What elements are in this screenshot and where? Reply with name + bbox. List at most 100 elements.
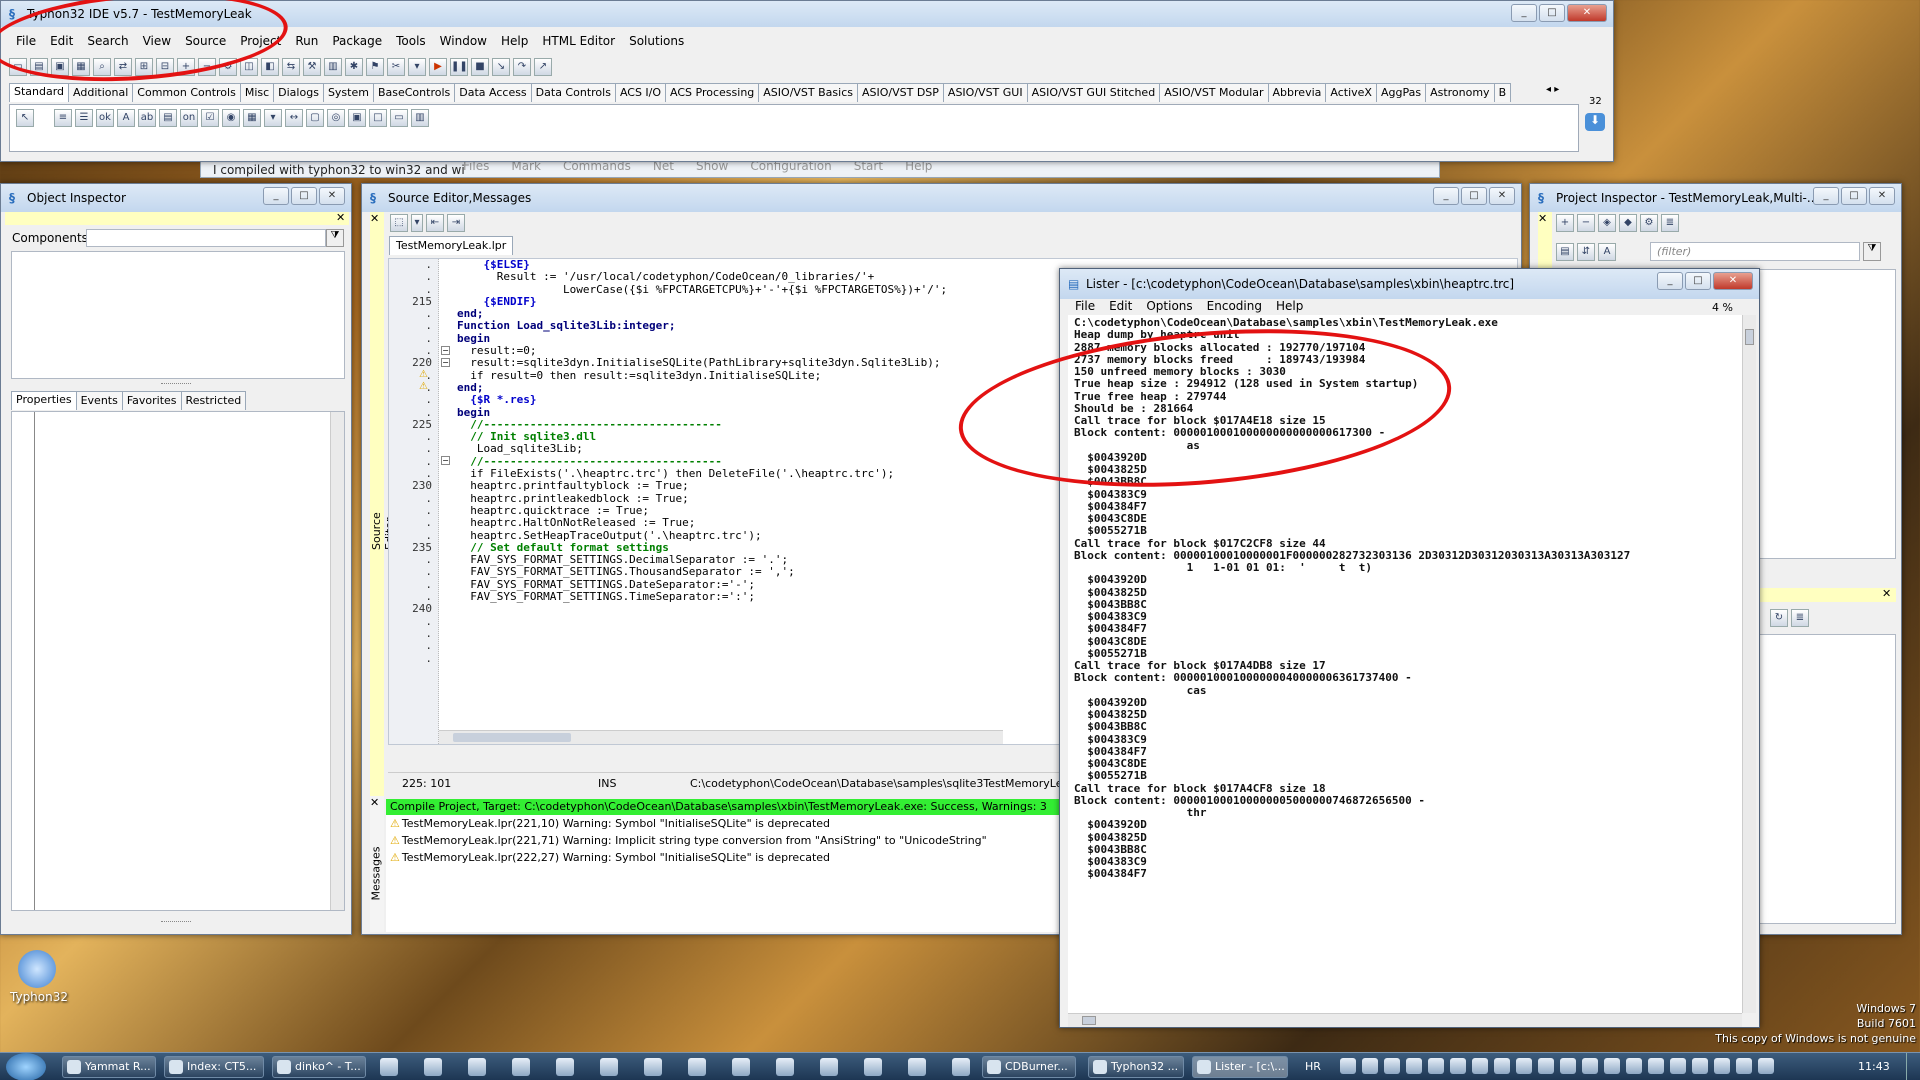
close-panel-icon[interactable]: ✕ <box>1538 212 1547 225</box>
filter-icon[interactable]: ⧩ <box>1863 242 1881 261</box>
language-indicator[interactable]: HR <box>1305 1060 1321 1073</box>
menu-item-window[interactable]: Window <box>433 34 494 48</box>
minimize-button[interactable]: _ <box>1511 4 1537 22</box>
tray-icon[interactable] <box>1340 1058 1356 1074</box>
filter-icon[interactable]: ⧩ <box>326 229 344 247</box>
view-forms-icon[interactable]: ◧ <box>261 58 279 76</box>
quicklaunch-icon[interactable] <box>556 1058 574 1076</box>
quicklaunch-icon[interactable] <box>864 1058 882 1076</box>
remove-icon[interactable]: − <box>1577 214 1595 232</box>
quicklaunch-icon[interactable] <box>908 1058 926 1076</box>
debug-icon[interactable]: ⚑ <box>366 58 384 76</box>
minimize-button[interactable]: _ <box>1657 272 1683 290</box>
install-icon[interactable]: ◆ <box>1619 214 1637 232</box>
tray-icon[interactable] <box>1538 1058 1554 1074</box>
tray-icon[interactable] <box>1516 1058 1532 1074</box>
palette-tab[interactable]: AggPas <box>1375 83 1427 102</box>
palette-tab[interactable]: ACS Processing <box>665 83 760 102</box>
maximize-button[interactable]: □ <box>291 187 317 205</box>
maximize-button[interactable]: □ <box>1539 4 1565 22</box>
palette-scroll-left[interactable]: ◂ ▸ <box>1546 84 1559 95</box>
combobox-component-icon[interactable]: ▾ <box>264 109 282 127</box>
edit-component-icon[interactable]: ab <box>138 109 156 127</box>
tray-icon[interactable] <box>1714 1058 1730 1074</box>
components-filter-input[interactable] <box>86 229 326 247</box>
forward-icon[interactable]: ⇥ <box>447 214 465 232</box>
checkbox-component-icon[interactable]: ☑ <box>201 109 219 127</box>
lister-menu-item[interactable]: Encoding <box>1200 299 1269 313</box>
popupmenu-component-icon[interactable]: ☰ <box>75 109 93 127</box>
task-button[interactable]: Typhon32 ... <box>1088 1056 1184 1078</box>
maximize-button[interactable]: □ <box>1685 272 1711 290</box>
task-button[interactable]: Index: CT5... <box>164 1056 264 1078</box>
project-filter-input[interactable]: (filter) <box>1650 242 1860 261</box>
palette-tab[interactable]: System <box>322 83 374 102</box>
close-button[interactable]: ✕ <box>1489 187 1515 205</box>
step-over-icon[interactable]: ↷ <box>513 58 531 76</box>
close-panel-icon[interactable]: ✕ <box>1882 587 1891 600</box>
label-component-icon[interactable]: A <box>117 109 135 127</box>
dropdown-icon[interactable]: ▾ <box>411 214 423 232</box>
palette-tab[interactable]: ActiveX <box>1325 83 1377 102</box>
back-icon[interactable]: ⇤ <box>426 214 444 232</box>
palette-tab[interactable]: ASIO/VST Basics <box>758 83 858 102</box>
quicklaunch-icon[interactable] <box>732 1058 750 1076</box>
maximize-button[interactable]: □ <box>1841 187 1867 205</box>
jump-icon[interactable]: ⬚ <box>390 214 408 232</box>
palette-tab[interactable]: ASIO/VST GUI <box>942 83 1028 102</box>
splitter[interactable] <box>161 383 191 385</box>
start-button[interactable] <box>6 1053 46 1080</box>
menu-item-help[interactable]: Help <box>494 34 535 48</box>
radiobutton-component-icon[interactable]: ◉ <box>222 109 240 127</box>
quicklaunch-icon[interactable] <box>468 1058 486 1076</box>
palette-tab[interactable]: BaseControls <box>372 83 456 102</box>
palette-tab[interactable]: ASIO/VST DSP <box>856 83 944 102</box>
options-icon[interactable]: ⚙ <box>1640 214 1658 232</box>
run-icon[interactable]: ▶ <box>429 58 447 76</box>
minimize-button[interactable]: _ <box>1813 187 1839 205</box>
tray-icon[interactable] <box>1450 1058 1466 1074</box>
palette-tab[interactable]: ASIO/VST GUI Stitched <box>1026 83 1161 102</box>
properties-scrollbar[interactable] <box>330 412 344 910</box>
close-button[interactable]: ✕ <box>1713 272 1753 290</box>
quicklaunch-icon[interactable] <box>820 1058 838 1076</box>
tray-icon[interactable] <box>1758 1058 1774 1074</box>
mainmenu-component-icon[interactable]: ≡ <box>54 109 72 127</box>
menu-item-run[interactable]: Run <box>288 34 325 48</box>
radiogroup-component-icon[interactable]: ◎ <box>327 109 345 127</box>
sort-alpha-icon[interactable]: A <box>1598 243 1616 261</box>
clock[interactable]: 11:43 <box>1858 1060 1890 1073</box>
tray-icon[interactable] <box>1494 1058 1510 1074</box>
tray-icon[interactable] <box>1582 1058 1598 1074</box>
lister-menu-item[interactable]: Edit <box>1102 299 1139 313</box>
listbox-component-icon[interactable]: ▦ <box>243 109 261 127</box>
quicklaunch-icon[interactable] <box>688 1058 706 1076</box>
palette-tab[interactable]: Dialogs <box>273 83 324 102</box>
tab-restricted[interactable]: Restricted <box>180 391 247 410</box>
button-component-icon[interactable]: ok <box>96 109 114 127</box>
frame-component-icon[interactable]: ▭ <box>390 109 408 127</box>
lister-menu-item[interactable]: File <box>1068 299 1102 313</box>
menu-item-tools[interactable]: Tools <box>389 34 433 48</box>
tray-icon[interactable] <box>1428 1058 1444 1074</box>
show-desktop-button[interactable] <box>1906 1053 1920 1080</box>
add-icon[interactable]: + <box>1556 214 1574 232</box>
palette-tab[interactable]: Data Access <box>454 83 532 102</box>
open-package-icon[interactable]: ◈ <box>1598 214 1616 232</box>
palette-tab[interactable]: Astronomy <box>1425 83 1495 102</box>
step-out-icon[interactable]: ↗ <box>534 58 552 76</box>
tray-icon[interactable] <box>1626 1058 1642 1074</box>
file-tab[interactable]: TestMemoryLeak.lpr <box>389 236 514 255</box>
task-button[interactable]: Lister - [c:\... <box>1192 1056 1288 1078</box>
quicklaunch-icon[interactable] <box>952 1058 970 1076</box>
maximize-button[interactable]: □ <box>1461 187 1487 205</box>
dropdown-icon[interactable]: ▾ <box>408 58 426 76</box>
checkgroup-component-icon[interactable]: ▣ <box>348 109 366 127</box>
quicklaunch-icon[interactable] <box>776 1058 794 1076</box>
tab-properties[interactable]: Properties <box>11 391 77 410</box>
close-panel-icon[interactable]: ✕ <box>370 212 379 225</box>
stop-icon[interactable]: ■ <box>471 58 489 76</box>
tray-icon[interactable] <box>1604 1058 1620 1074</box>
refresh-icon[interactable]: ↻ <box>1770 609 1788 627</box>
tray-icon[interactable] <box>1692 1058 1708 1074</box>
